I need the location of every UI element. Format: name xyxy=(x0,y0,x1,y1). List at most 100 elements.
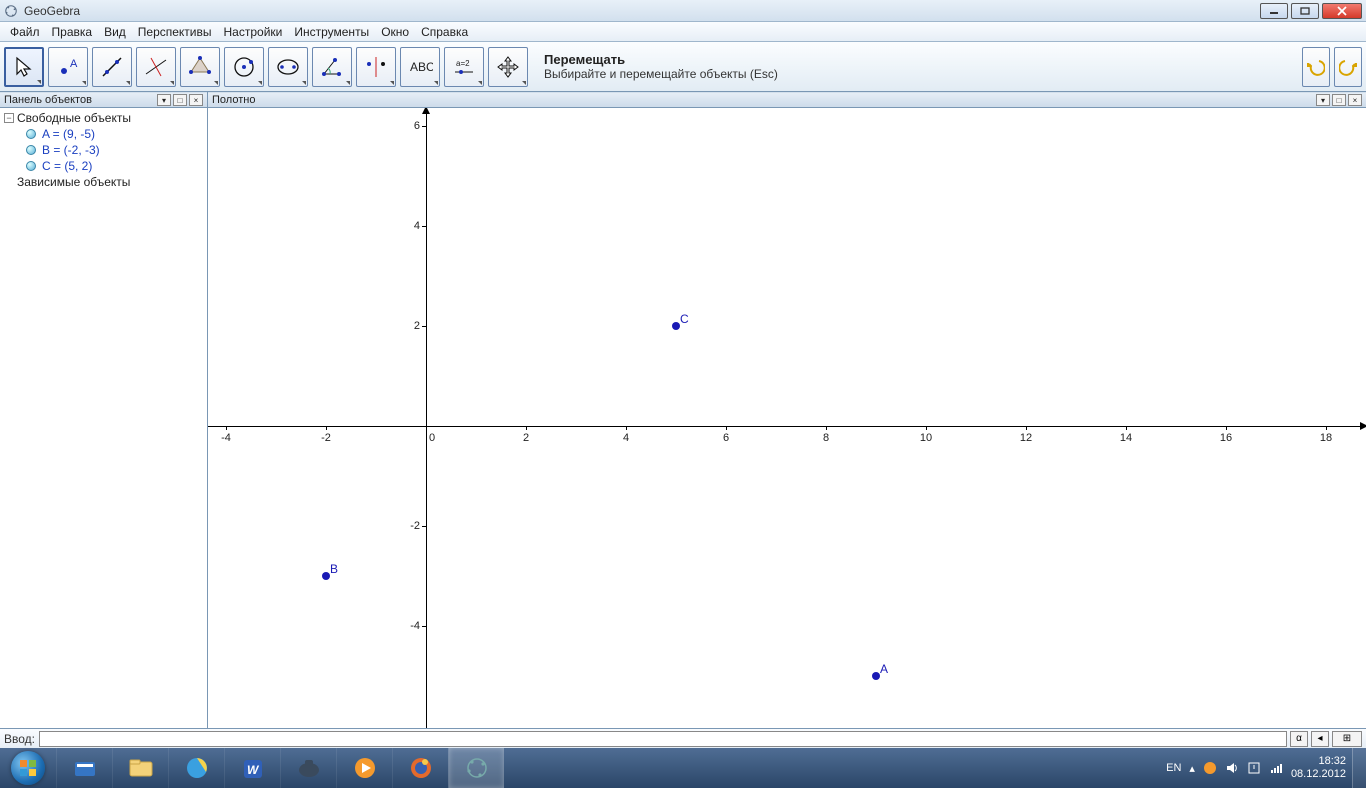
x-tick-label: 12 xyxy=(1020,432,1032,444)
tool-circle[interactable] xyxy=(224,47,264,87)
toolbar-undo-button[interactable] xyxy=(1302,47,1330,87)
panel-detach-button[interactable]: □ xyxy=(1332,94,1346,106)
svg-text:A: A xyxy=(70,58,78,70)
y-tick-label: -4 xyxy=(406,620,420,632)
tree-item[interactable]: C = (5, 2) xyxy=(26,158,203,174)
taskbar-item[interactable] xyxy=(56,748,112,788)
panel-menu-button[interactable]: ▾ xyxy=(1316,94,1330,106)
tool-polygon[interactable] xyxy=(180,47,220,87)
taskbar-item[interactable] xyxy=(392,748,448,788)
taskbar-item[interactable] xyxy=(336,748,392,788)
menu-edit[interactable]: Правка xyxy=(46,23,99,41)
panel-close-button[interactable]: × xyxy=(1348,94,1362,106)
plot-point[interactable] xyxy=(322,572,330,580)
input-label: Ввод: xyxy=(4,732,35,746)
tray-icon[interactable] xyxy=(1203,761,1217,775)
svg-text:ABC: ABC xyxy=(410,60,433,74)
command-input[interactable] xyxy=(39,731,1287,747)
tool-angle[interactable] xyxy=(312,47,352,87)
graphics-panel-header: Полотно ▾ □ × xyxy=(208,92,1366,108)
plot-point[interactable] xyxy=(672,322,680,330)
volume-icon[interactable] xyxy=(1225,761,1239,775)
x-tick-label: 14 xyxy=(1120,432,1132,444)
panel-menu-button[interactable]: ▾ xyxy=(157,94,171,106)
x-tick-label: 4 xyxy=(623,432,629,444)
menu-settings[interactable]: Настройки xyxy=(218,23,289,41)
tool-point[interactable]: A xyxy=(48,47,88,87)
svg-text:a=2: a=2 xyxy=(456,59,470,68)
y-tick xyxy=(422,526,426,527)
toolbar-redo-button[interactable] xyxy=(1334,47,1362,87)
system-tray: EN ▴ 18:32 08.12.2012 xyxy=(1160,755,1352,781)
toolbar: A ABC a=2 Перемещать Вы xyxy=(0,42,1366,92)
action-center-icon[interactable] xyxy=(1247,761,1261,775)
tool-move-view[interactable] xyxy=(488,47,528,87)
menu-perspectives[interactable]: Перспективы xyxy=(132,23,218,41)
minimize-button[interactable] xyxy=(1260,3,1288,19)
taskbar-item[interactable] xyxy=(280,748,336,788)
tool-reflect[interactable] xyxy=(356,47,396,87)
y-tick-label: -2 xyxy=(406,520,420,532)
x-tick xyxy=(1126,426,1127,430)
language-indicator[interactable]: EN xyxy=(1166,762,1181,774)
show-desktop-button[interactable] xyxy=(1352,748,1366,788)
algebra-panel: Панель объектов ▾ □ × − Свободные объект… xyxy=(0,92,208,728)
start-button[interactable] xyxy=(0,748,56,788)
point-icon xyxy=(26,145,36,155)
history-button[interactable]: ◂ xyxy=(1311,731,1329,747)
app-icon xyxy=(4,4,18,18)
titlebar: GeoGebra xyxy=(0,0,1366,22)
menu-file[interactable]: Файл xyxy=(4,23,46,41)
x-tick xyxy=(1226,426,1227,430)
x-tick-label: -2 xyxy=(321,432,331,444)
menu-help[interactable]: Справка xyxy=(415,23,474,41)
graphics-canvas[interactable]: -4-2024681012141618642-2-4ABC xyxy=(208,108,1366,728)
x-tick-label: 10 xyxy=(920,432,932,444)
y-tick-label: 2 xyxy=(406,320,420,332)
tree-item[interactable]: A = (9, -5) xyxy=(26,126,203,142)
menu-tools[interactable]: Инструменты xyxy=(288,23,375,41)
x-tick xyxy=(426,426,427,430)
object-tree: − Свободные объекты A = (9, -5) B = (-2,… xyxy=(0,108,207,192)
panel-detach-button[interactable]: □ xyxy=(173,94,187,106)
svg-text:W: W xyxy=(247,763,260,777)
x-tick xyxy=(726,426,727,430)
tool-line[interactable] xyxy=(92,47,132,87)
windows-logo-icon xyxy=(11,751,45,785)
panel-close-button[interactable]: × xyxy=(189,94,203,106)
algebra-panel-title: Панель объектов xyxy=(4,94,92,106)
tool-slider[interactable]: a=2 xyxy=(444,47,484,87)
network-icon[interactable] xyxy=(1269,761,1283,775)
x-axis-arrow-icon xyxy=(1360,422,1366,430)
tree-item[interactable]: B = (-2, -3) xyxy=(26,142,203,158)
plot-point[interactable] xyxy=(872,672,880,680)
taskbar-item[interactable] xyxy=(112,748,168,788)
symbol-alpha-button[interactable]: α xyxy=(1290,731,1308,747)
x-axis xyxy=(208,426,1366,427)
tool-text[interactable]: ABC xyxy=(400,47,440,87)
plot-point-label: B xyxy=(330,562,338,576)
taskbar: W EN ▴ 18:32 08.12.2012 xyxy=(0,748,1366,788)
input-bar: Ввод: α ◂ ⊞ xyxy=(0,728,1366,748)
tool-move[interactable] xyxy=(4,47,44,87)
x-tick xyxy=(526,426,527,430)
close-button[interactable] xyxy=(1322,3,1362,19)
taskbar-item[interactable]: W xyxy=(224,748,280,788)
taskbar-item-active[interactable] xyxy=(448,748,504,788)
point-icon xyxy=(26,129,36,139)
toolbar-hint-desc: Выбирайте и перемещайте объекты (Esc) xyxy=(544,67,778,81)
menu-window[interactable]: Окно xyxy=(375,23,415,41)
taskbar-item[interactable] xyxy=(168,748,224,788)
y-axis-arrow-icon xyxy=(422,108,430,114)
y-tick-label: 6 xyxy=(406,120,420,132)
plot-point-label: C xyxy=(680,312,689,326)
taskbar-clock[interactable]: 18:32 08.12.2012 xyxy=(1291,755,1346,781)
tool-conic[interactable] xyxy=(268,47,308,87)
help-button[interactable]: ⊞ xyxy=(1332,731,1362,747)
tool-perpendicular[interactable] xyxy=(136,47,176,87)
maximize-button[interactable] xyxy=(1291,3,1319,19)
tray-arrow-icon[interactable]: ▴ xyxy=(1189,762,1195,775)
tree-toggle-icon[interactable]: − xyxy=(4,113,14,123)
menu-view[interactable]: Вид xyxy=(98,23,132,41)
point-icon xyxy=(26,161,36,171)
